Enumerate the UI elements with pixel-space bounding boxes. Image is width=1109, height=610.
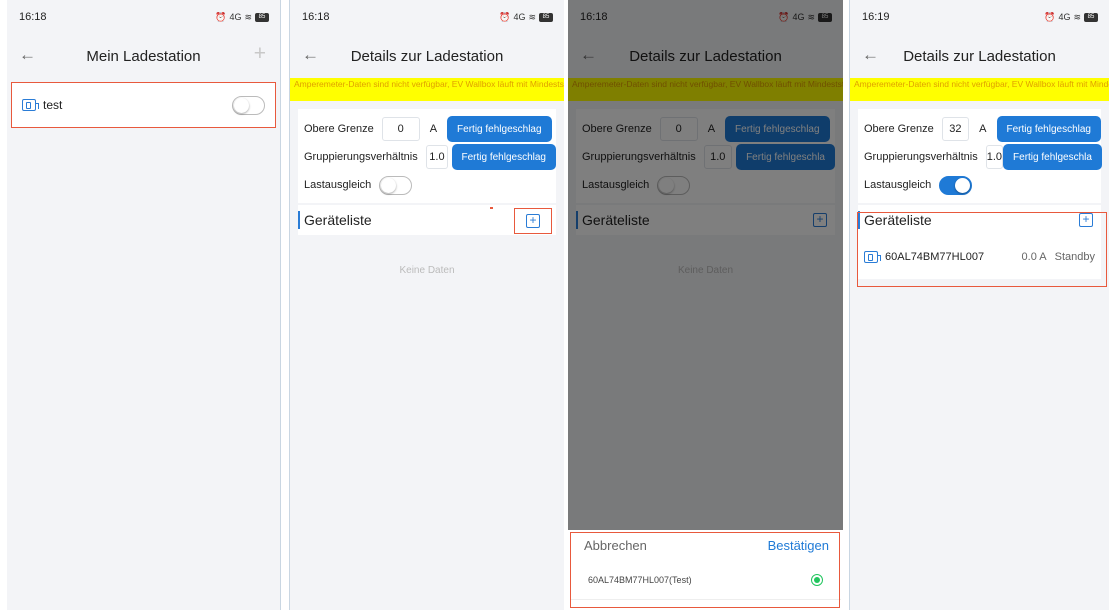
upper-limit-submit-button[interactable]: Fertig fehlgeschlag bbox=[447, 116, 552, 142]
wifi-icon: ≋ bbox=[528, 11, 536, 22]
page-title: Details zur Ladestation bbox=[903, 47, 1056, 65]
modal-dim-overlay[interactable] bbox=[568, 0, 843, 530]
empty-state-text: Keine Daten bbox=[399, 265, 455, 276]
nav-bar: ← Details zur Ladestation bbox=[850, 34, 1109, 78]
upper-limit-label: Obere Grenze bbox=[304, 123, 374, 135]
ratio-submit-button[interactable]: Fertig fehlgeschla bbox=[1003, 144, 1102, 170]
ratio-label: Gruppierungsverhältnis bbox=[864, 151, 978, 163]
load-balance-toggle[interactable] bbox=[939, 175, 973, 195]
unit-label: A bbox=[429, 123, 438, 135]
ammeter-warning-banner: Amperemeter-Daten sind nicht verfügbar, … bbox=[290, 78, 564, 101]
ratio-input[interactable]: 1.0 bbox=[985, 145, 1004, 169]
battery-icon: 85 bbox=[255, 12, 269, 22]
device-select-sheet: Abbrechen Bestätigen 60AL74BM77HL007(Tes… bbox=[568, 530, 843, 610]
charger-icon bbox=[22, 99, 39, 111]
load-balance-toggle[interactable] bbox=[379, 175, 413, 195]
status-bar: 16:19 ⏰ 4G ≋ 85 bbox=[850, 0, 1109, 34]
screen-station-details-with-device: 16:19 ⏰ 4G ≋ 85 ← Details zur Ladestatio… bbox=[849, 0, 1109, 610]
upper-limit-row: Obere Grenze 32 A Fertig fehlgeschlag bbox=[864, 115, 1101, 143]
ratio-row: Gruppierungsverhältnis 1.0 Fertig fehlge… bbox=[304, 143, 556, 171]
add-device-plus-icon[interactable]: + bbox=[526, 214, 540, 228]
battery-icon: 85 bbox=[539, 12, 553, 22]
nav-bar: ← Mein Ladestation + bbox=[7, 34, 280, 78]
nav-bar: ← Details zur Ladestation bbox=[290, 34, 564, 78]
screen-charging-stations: 16:18 ⏰ 4G ≋ 85 ← Mein Ladestation + tes… bbox=[7, 0, 281, 610]
alarm-icon: ⏰ bbox=[499, 11, 511, 22]
battery-icon: 85 bbox=[1084, 12, 1098, 22]
page-title: Mein Ladestation bbox=[86, 47, 201, 65]
upper-limit-input[interactable]: 32 bbox=[941, 117, 970, 141]
section-accent-bar bbox=[298, 211, 300, 229]
status-time: 16:18 bbox=[19, 11, 47, 23]
station-enable-toggle[interactable] bbox=[232, 95, 265, 115]
add-device-highlight: + bbox=[514, 208, 552, 234]
status-icons: ⏰ 4G ≋ 85 bbox=[499, 12, 553, 23]
load-balance-label: Lastausgleich bbox=[304, 179, 372, 191]
status-time: 16:18 bbox=[302, 11, 330, 23]
status-icons: ⏰ 4G ≋ 85 bbox=[215, 12, 269, 23]
ratio-label: Gruppierungsverhältnis bbox=[304, 151, 418, 163]
status-bar: 16:18 ⏰ 4G ≋ 85 bbox=[7, 0, 280, 34]
signal-label: 4G bbox=[1058, 12, 1071, 22]
add-station-plus-icon[interactable]: + bbox=[254, 43, 266, 65]
ratio-row: Gruppierungsverhältnis 1.0 Fertig fehlge… bbox=[864, 143, 1102, 171]
station-list-item[interactable]: test bbox=[11, 82, 276, 128]
status-time: 16:19 bbox=[862, 11, 890, 23]
load-balance-label: Lastausgleich bbox=[864, 179, 932, 191]
load-balance-row: Lastausgleich bbox=[304, 171, 556, 199]
settings-card: Obere Grenze 0 A Fertig fehlgeschlag Gru… bbox=[298, 109, 556, 203]
load-balance-row: Lastausgleich bbox=[864, 171, 1101, 199]
status-bar: 16:18 ⏰ 4G ≋ 85 bbox=[290, 0, 564, 34]
signal-label: 4G bbox=[513, 12, 526, 22]
back-arrow-icon[interactable]: ← bbox=[19, 46, 36, 64]
signal-label: 4G bbox=[229, 12, 242, 22]
alarm-icon: ⏰ bbox=[215, 11, 227, 22]
ammeter-warning-banner: Amperemeter-Daten sind nicht verfügbar, … bbox=[850, 78, 1109, 101]
upper-limit-label: Obere Grenze bbox=[864, 123, 934, 135]
settings-card: Obere Grenze 32 A Fertig fehlgeschlag Gr… bbox=[858, 109, 1102, 203]
back-arrow-icon[interactable]: ← bbox=[862, 46, 879, 64]
toggle-knob bbox=[381, 177, 397, 193]
device-list-header: Geräteliste + bbox=[298, 205, 556, 235]
page-title: Details zur Ladestation bbox=[350, 47, 504, 65]
wifi-icon: ≋ bbox=[244, 11, 252, 22]
screenshot-collage: 16:18 ⏰ 4G ≋ 85 ← Mein Ladestation + tes… bbox=[0, 0, 1109, 610]
unit-label: A bbox=[979, 123, 987, 135]
alarm-icon: ⏰ bbox=[1044, 11, 1056, 22]
device-list-highlight-box bbox=[857, 212, 1107, 287]
toggle-knob bbox=[955, 177, 971, 193]
back-arrow-icon[interactable]: ← bbox=[302, 46, 319, 64]
upper-limit-input[interactable]: 0 bbox=[381, 117, 420, 141]
wifi-icon: ≋ bbox=[1073, 11, 1081, 22]
status-icons: ⏰ 4G ≋ 85 bbox=[1044, 12, 1098, 23]
station-name: test bbox=[43, 98, 63, 112]
screen-select-device-sheet: 16:18 ⏰ 4G ≋ 85 ← Details zur Ladestatio… bbox=[568, 0, 843, 610]
sheet-highlight-box bbox=[570, 532, 840, 608]
marker-dot bbox=[490, 207, 493, 209]
toggle-knob bbox=[234, 97, 249, 113]
ratio-submit-button[interactable]: Fertig fehlgeschlag bbox=[451, 144, 556, 170]
ratio-input[interactable]: 1.0 bbox=[425, 145, 449, 169]
upper-limit-submit-button[interactable]: Fertig fehlgeschlag bbox=[996, 116, 1101, 142]
screen-station-details-empty: 16:18 ⏰ 4G ≋ 85 ← Details zur Ladestatio… bbox=[289, 0, 564, 610]
upper-limit-row: Obere Grenze 0 A Fertig fehlgeschlag bbox=[304, 115, 556, 143]
